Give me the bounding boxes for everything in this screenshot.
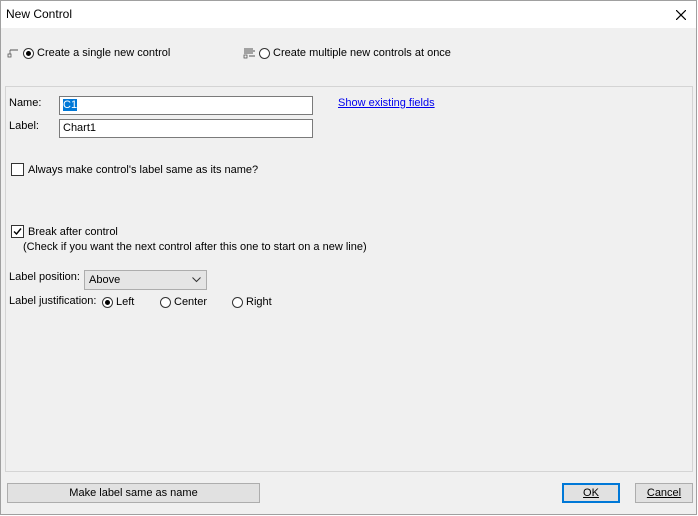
multiple-controls-radio[interactable] [259,47,270,59]
name-label: Name: [9,97,42,109]
name-field[interactable]: C1 [59,96,313,115]
always-same-label: Always make control's label same as its … [28,164,259,176]
close-button[interactable] [666,1,696,28]
single-control-label: Create a single new control [37,47,171,59]
label-position-value: Above [89,274,121,286]
label-position-label: Label position: [9,271,80,283]
label-justification-label: Label justification: [9,295,97,307]
title-bar: New Control [1,1,696,28]
justify-right-radio[interactable] [232,296,243,308]
label-label: Label: [9,120,39,132]
label-value: Chart1 [63,122,97,134]
break-after-label: Break after control [28,226,118,238]
multiple-controls-option[interactable]: Create multiple new controls at once [243,45,451,61]
justify-left-option[interactable]: Left [102,295,134,309]
new-control-dialog: New Control Create a single new control [0,0,697,515]
label-field[interactable]: Chart1 [59,119,313,138]
dialog-content: Create a single new control Create multi… [1,28,696,514]
label-position-select[interactable]: Above [84,270,207,290]
single-control-option[interactable]: Create a single new control [7,45,170,61]
window-title: New Control [6,7,73,21]
multiple-controls-icon [243,48,255,59]
justify-center-radio[interactable] [160,296,171,308]
justify-left-label: Left [116,296,135,308]
multiple-controls-label: Create multiple new controls at once [273,47,451,59]
chevron-down-icon [190,271,202,289]
justify-center-option[interactable]: Center [160,295,207,309]
close-icon [676,9,686,20]
ok-button[interactable]: OK [562,483,620,503]
show-existing-fields-link[interactable]: Show existing fields [338,97,435,109]
single-control-radio[interactable] [23,47,34,59]
ok-button-label: OK [583,487,599,499]
justify-right-label: Right [246,296,272,308]
break-after-hint: (Check if you want the next control afte… [23,241,367,253]
make-label-same-button[interactable]: Make label same as name [7,483,260,503]
single-control-icon [7,49,18,58]
cancel-button-label: Cancel [646,487,682,499]
break-after-checkbox[interactable] [11,225,24,238]
control-settings-panel: Name: C1 Show existing fields Label: Cha… [5,86,693,472]
justify-center-label: Center [174,296,208,308]
checkmark-icon [13,228,22,236]
cancel-button[interactable]: Cancel [635,483,693,503]
always-same-checkbox[interactable] [11,163,24,176]
name-value: C1 [63,99,78,111]
justify-right-option[interactable]: Right [232,295,272,309]
justify-left-radio[interactable] [102,296,113,308]
